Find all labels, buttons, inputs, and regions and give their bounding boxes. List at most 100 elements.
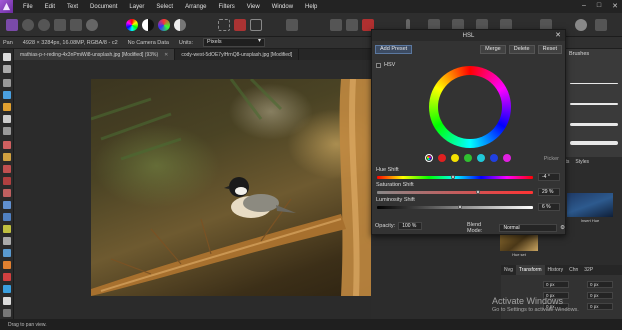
brush-preset[interactable] <box>570 141 618 145</box>
healing-brush-icon[interactable] <box>3 261 11 269</box>
smudge-brush-icon[interactable] <box>3 237 11 245</box>
text-tool-icon[interactable] <box>3 297 11 305</box>
photo-chickadee-on-branch[interactable] <box>91 79 418 296</box>
freehand-select-icon[interactable] <box>3 127 11 135</box>
reset-button[interactable]: Reset <box>537 44 562 54</box>
add-preset-button[interactable]: Add Preset <box>375 44 413 54</box>
blur-brush-icon[interactable] <box>3 249 11 257</box>
crop-tool-icon[interactable] <box>3 79 11 87</box>
share-icon[interactable] <box>86 19 98 31</box>
brush-preset[interactable] <box>570 123 618 126</box>
blue-swatch[interactable] <box>490 154 498 162</box>
assistant-icon[interactable] <box>346 19 358 31</box>
menu-layer[interactable]: Layer <box>129 4 144 10</box>
master-swatch[interactable] <box>425 154 433 162</box>
tab-32p[interactable]: 32P <box>581 265 596 275</box>
document-tab[interactable]: cody-west-5dOE7ylHrnQ8-unsplash.jpg [Mod… <box>175 49 300 60</box>
picker-label[interactable]: Picker <box>544 156 559 162</box>
red-eye-icon[interactable] <box>3 273 11 281</box>
saturation-shift-slider[interactable] <box>377 190 533 194</box>
auto-contrast-icon[interactable] <box>142 19 154 31</box>
gradient-tool-icon[interactable] <box>3 177 11 185</box>
transform-h-field[interactable]: 0 px <box>587 292 613 299</box>
cyan-swatch[interactable] <box>477 154 485 162</box>
brush-preset[interactable] <box>570 83 618 84</box>
saturation-shift-knob[interactable] <box>475 190 480 194</box>
close-icon[interactable]: ✕ <box>612 2 618 10</box>
marquee-tool-icon[interactable] <box>3 115 11 123</box>
user-icon[interactable] <box>575 19 587 31</box>
luminosity-shift-value[interactable]: 6 % <box>538 203 560 211</box>
auto-white-balance-icon[interactable] <box>174 19 186 31</box>
luminosity-shift-knob[interactable] <box>457 205 462 209</box>
style-thumbnail[interactable] <box>567 193 613 217</box>
fill-tool-icon[interactable] <box>3 165 11 173</box>
clone-brush-icon[interactable] <box>3 225 11 233</box>
hue-shift-slider[interactable] <box>377 175 533 179</box>
erase-brush-icon[interactable] <box>3 189 11 197</box>
menu-window[interactable]: Window <box>272 4 293 10</box>
menu-arrange[interactable]: Arrange <box>185 4 206 10</box>
persona-photo-icon[interactable] <box>6 19 18 31</box>
canvas[interactable] <box>14 60 418 319</box>
menu-filters[interactable]: Filters <box>218 4 234 10</box>
menu-help[interactable]: Help <box>305 4 317 10</box>
pen-tool-icon[interactable] <box>3 285 11 293</box>
snapping-icon[interactable] <box>330 19 342 31</box>
view-tool-icon[interactable] <box>3 53 11 61</box>
brushes-tab[interactable]: Brushes <box>566 49 622 59</box>
delete-button[interactable]: Delete <box>508 44 535 54</box>
menu-document[interactable]: Document <box>90 4 117 10</box>
close-icon[interactable]: ✕ <box>555 31 561 39</box>
persona-tonemap-icon[interactable] <box>54 19 66 31</box>
luminosity-shift-slider[interactable] <box>377 205 533 209</box>
arrange-icon[interactable] <box>286 19 298 31</box>
persona-develop-icon[interactable] <box>38 19 50 31</box>
tab-transform[interactable]: Transform <box>515 265 545 275</box>
dodge-brush-icon[interactable] <box>3 201 11 209</box>
menu-view[interactable]: View <box>247 4 260 10</box>
menu-text[interactable]: Text <box>67 4 78 10</box>
transform-s-field[interactable]: 0 px <box>587 303 613 310</box>
document-tab[interactable]: mathias-p-r-reding-4x3nPmiWi8-unsplash.j… <box>14 49 176 60</box>
transform-x-field[interactable]: 0 px <box>543 281 569 288</box>
dialog-titlebar[interactable]: HSL ✕ <box>372 30 565 41</box>
menu-select[interactable]: Select <box>156 4 173 10</box>
hsv-checkbox[interactable] <box>376 62 381 68</box>
hue-shift-value[interactable]: -4 ° <box>538 173 560 181</box>
merge-button[interactable]: Merge <box>480 44 506 54</box>
zoom-tool-icon[interactable] <box>3 65 11 73</box>
tab-navigator[interactable]: Nvg <box>501 265 516 275</box>
hue-shift-knob[interactable] <box>451 175 456 179</box>
app-logo-icon[interactable] <box>0 0 13 13</box>
color-swatch-icon[interactable] <box>3 309 11 317</box>
saturation-shift-value[interactable]: 29 % <box>538 188 560 196</box>
quick-mask-icon[interactable] <box>234 19 246 31</box>
menu-edit[interactable]: Edit <box>45 4 55 10</box>
tab-channels[interactable]: Chn <box>566 265 581 275</box>
color-picker-icon[interactable] <box>3 153 11 161</box>
green-swatch[interactable] <box>464 154 472 162</box>
settings-icon[interactable] <box>595 19 607 31</box>
paint-brush-icon[interactable] <box>3 141 11 149</box>
units-dropdown[interactable]: Pixels <box>202 38 265 47</box>
burn-brush-icon[interactable] <box>3 213 11 221</box>
marquee-icon[interactable] <box>218 19 230 31</box>
menu-file[interactable]: File <box>23 4 33 10</box>
brush-preset[interactable] <box>570 103 618 105</box>
transform-y-field[interactable]: 0 px <box>587 281 613 288</box>
flood-select-icon[interactable] <box>3 103 11 111</box>
tab-history[interactable]: History <box>545 265 567 275</box>
preset-thumbnail[interactable] <box>500 233 538 251</box>
red-swatch[interactable] <box>438 154 446 162</box>
refine-selection-icon[interactable] <box>250 19 262 31</box>
magenta-swatch[interactable] <box>503 154 511 162</box>
opacity-field[interactable]: 100 % <box>398 222 423 230</box>
minimize-icon[interactable]: – <box>582 2 586 10</box>
auto-colors-icon[interactable] <box>158 19 170 31</box>
persona-export-icon[interactable] <box>70 19 82 31</box>
auto-levels-icon[interactable] <box>126 19 138 31</box>
tab-styles[interactable]: Styles <box>575 159 589 165</box>
gear-icon[interactable]: ⚙ <box>560 225 565 231</box>
yellow-swatch[interactable] <box>451 154 459 162</box>
